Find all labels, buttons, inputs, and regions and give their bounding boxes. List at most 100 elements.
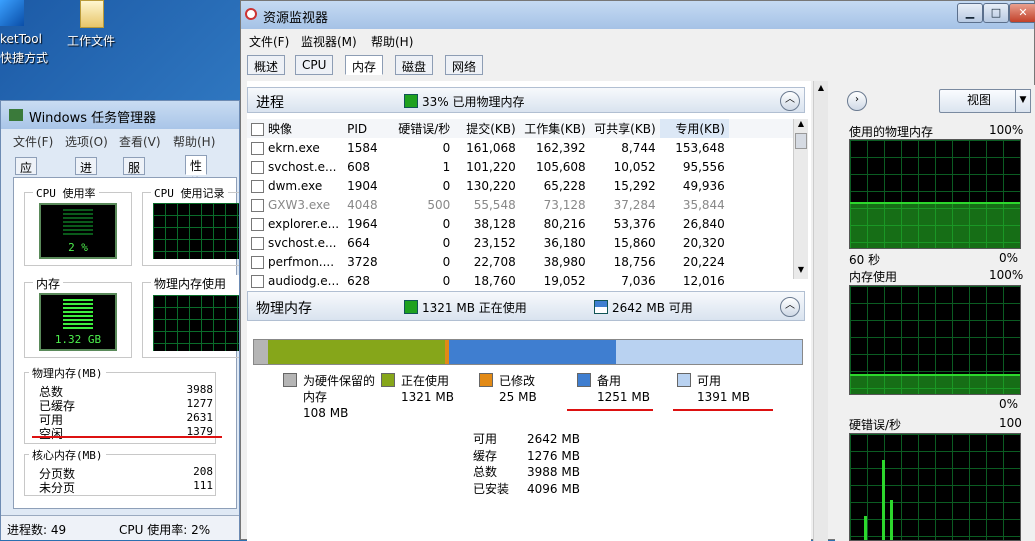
process-count: 进程数: 49 bbox=[7, 523, 67, 537]
table-row[interactable]: GXW3.exe 4048 500 55,548 73,128 37,284 35,844 bbox=[247, 195, 793, 214]
legend-standby: 备用 1251 MB bbox=[597, 374, 650, 404]
row-checkbox[interactable] bbox=[251, 160, 264, 174]
column-header-private[interactable]: 专用(KB) bbox=[659, 119, 729, 138]
tm-tab-applications[interactable]: 应用程序 bbox=[15, 157, 38, 226]
memory-bar-segment-in-use bbox=[268, 340, 446, 364]
tab-memory[interactable]: 内存 bbox=[345, 55, 384, 75]
tm-menu-options[interactable]: 选项(O) bbox=[65, 133, 108, 150]
tm-menu-help[interactable]: 帮助(H) bbox=[173, 133, 215, 150]
row-checkbox[interactable] bbox=[251, 179, 264, 193]
cpu-usage-value: 2 % bbox=[68, 241, 88, 254]
process-table-scrollbar[interactable]: ▲ ▼ bbox=[793, 119, 808, 279]
view-button[interactable]: 视图 bbox=[939, 89, 1019, 113]
memory-bar-segment-free bbox=[615, 340, 802, 364]
scroll-up-arrow-icon[interactable]: ▲ bbox=[795, 119, 807, 131]
scroll-down-arrow-icon[interactable]: ▼ bbox=[795, 265, 807, 277]
resmon-title: 资源监视器 bbox=[263, 11, 329, 26]
table-row[interactable]: dwm.exe 1904 0 130,220 65,228 15,292 49,936 bbox=[247, 176, 793, 195]
memory-group: 内存 1.32 GB bbox=[24, 275, 132, 358]
task-manager-titlebar[interactable]: Windows 任务管理器 bbox=[1, 101, 239, 129]
kernel-memory-row: 分页数 208 bbox=[39, 465, 213, 481]
red-underline-free bbox=[673, 409, 773, 411]
row-checkbox[interactable] bbox=[251, 141, 264, 155]
graph1-max: 100% bbox=[989, 123, 1024, 137]
row-checkbox[interactable] bbox=[251, 255, 264, 269]
tm-tab-services[interactable]: 服务 bbox=[123, 157, 146, 192]
resmon-menu-help[interactable]: 帮助(H) bbox=[371, 33, 413, 50]
tab-cpu[interactable]: CPU bbox=[295, 55, 334, 75]
available-indicator-icon bbox=[594, 300, 608, 314]
memory-bar-segment-standby bbox=[448, 340, 616, 364]
table-row[interactable]: perfmon.... 3728 0 22,708 38,980 18,756 20,224 bbox=[247, 252, 793, 271]
table-row[interactable]: audiodg.e... 628 0 18,760 19,052 7,036 12,016 bbox=[247, 271, 793, 290]
column-header-shareable[interactable]: 可共享(KB) bbox=[590, 119, 660, 138]
table-row[interactable]: svchost.e... 664 0 23,152 36,180 15,860 20,320 bbox=[247, 233, 793, 252]
graph3-max: 100 bbox=[999, 416, 1022, 430]
physical-memory-row: 可用 2631 bbox=[39, 411, 213, 427]
in-use-indicator-icon bbox=[404, 300, 418, 314]
resmon-menu-file[interactable]: 文件(F) bbox=[249, 33, 289, 50]
process-image-name: ekrn.exe bbox=[268, 140, 320, 155]
shortcut-icon[interactable] bbox=[0, 0, 24, 26]
table-row[interactable]: svchost.e... 608 1 101,220 105,608 10,052 95,5… bbox=[247, 157, 793, 176]
table-header-row: 映像 PID 硬错误/秒 提交(KB) 工作集(KB) 可共享(KB) 专用(K… bbox=[247, 119, 793, 138]
resmon-menu-monitor[interactable]: 监视器(M) bbox=[301, 33, 357, 50]
tm-tab-processes[interactable]: 进程 bbox=[75, 157, 98, 192]
hard-faults-graph bbox=[849, 433, 1021, 541]
close-button[interactable]: ✕ bbox=[1009, 3, 1035, 23]
select-all-checkbox[interactable] bbox=[251, 123, 264, 136]
resmon-titlebar[interactable]: 资源监视器 ▁ □ ✕ bbox=[241, 1, 1035, 29]
in-use-summary: 1321 MB 正在使用 bbox=[422, 301, 527, 315]
maximize-button[interactable]: □ bbox=[983, 3, 1009, 23]
row-checkbox[interactable] bbox=[251, 217, 264, 231]
column-header-commit[interactable]: 提交(KB) bbox=[454, 119, 519, 138]
desktop-icon-label: ketTool bbox=[0, 32, 42, 46]
process-section-header[interactable]: 进程 33% 已用物理内存 ︿ bbox=[247, 87, 805, 113]
physical-memory-title: 物理内存(MB) bbox=[29, 365, 106, 381]
table-row[interactable]: explorer.e... 1964 0 38,128 80,216 53,376 26,8… bbox=[247, 214, 793, 233]
column-header-pid[interactable]: PID bbox=[343, 119, 387, 138]
scroll-thumb[interactable] bbox=[795, 133, 807, 149]
memory-history-graph bbox=[153, 295, 239, 351]
totals-row: 可用 2642 MB bbox=[473, 432, 580, 446]
minimize-button[interactable]: ▁ bbox=[957, 3, 983, 23]
process-image-name: dwm.exe bbox=[268, 178, 323, 193]
resource-monitor-window: 资源监视器 ▁ □ ✕ 文件(F) 监视器(M) 帮助(H) 概述 CPU 内存… bbox=[240, 0, 1035, 541]
column-header-hard-faults[interactable]: 硬错误/秒 bbox=[387, 119, 454, 138]
collapse-memory-button[interactable]: ︿ bbox=[780, 297, 800, 317]
graph1-title: 使用的物理内存 bbox=[849, 125, 934, 139]
main-scrollbar[interactable]: ▲ bbox=[813, 81, 828, 541]
row-checkbox[interactable] bbox=[251, 236, 264, 250]
tab-network[interactable]: 网络 bbox=[445, 55, 484, 75]
physical-memory-section-title: 物理内存 bbox=[256, 301, 312, 317]
folder-icon[interactable] bbox=[80, 0, 104, 28]
process-image-name: audiodg.e... bbox=[268, 273, 340, 288]
tab-disk[interactable]: 磁盘 bbox=[395, 55, 434, 75]
legend-in-use: 正在使用 1321 MB bbox=[401, 374, 454, 404]
collapse-process-button[interactable]: ︿ bbox=[780, 91, 800, 111]
tm-menu-file[interactable]: 文件(F) bbox=[13, 133, 53, 150]
totals-row: 缓存 1276 MB bbox=[473, 448, 580, 463]
task-manager-window: Windows 任务管理器 文件(F) 选项(O) 查看(V) 帮助(H) 应用… bbox=[0, 100, 240, 540]
tm-menu-view[interactable]: 查看(V) bbox=[119, 133, 161, 150]
physical-memory-graph bbox=[849, 139, 1021, 249]
memory-totals: 可用 2642 MB 缓存 1276 MB 总数 3988 MB 已安装 4096 MB bbox=[473, 431, 580, 497]
process-image-name: perfmon.... bbox=[268, 254, 335, 269]
table-row[interactable]: ekrn.exe 1584 0 161,068 162,392 8,744 153,648 bbox=[247, 138, 793, 157]
row-checkbox[interactable] bbox=[251, 198, 264, 212]
legend-swatch-in-use bbox=[381, 373, 395, 387]
column-header-working-set[interactable]: 工作集(KB) bbox=[520, 119, 590, 138]
tm-tab-performance[interactable]: 性能 bbox=[185, 155, 208, 190]
process-image-name: svchost.e... bbox=[268, 159, 337, 174]
physical-memory-section-header[interactable]: 物理内存 1321 MB 正在使用 2642 MB 可用 ︿ bbox=[247, 291, 805, 321]
main-scroll-up-arrow-icon[interactable]: ▲ bbox=[815, 83, 827, 92]
legend-modified: 已修改 25 MB bbox=[499, 374, 537, 404]
row-checkbox[interactable] bbox=[251, 274, 264, 288]
cpu-history-label: CPU 使用记录 bbox=[151, 185, 228, 201]
collapse-graph-panel-button[interactable]: › bbox=[847, 91, 867, 111]
memory-usage-graph bbox=[849, 285, 1021, 395]
graph1-min: 0% bbox=[999, 251, 1019, 265]
column-header-image[interactable]: 映像 bbox=[247, 119, 343, 138]
tab-overview[interactable]: 概述 bbox=[247, 55, 286, 75]
view-dropdown-arrow-icon[interactable]: ▼ bbox=[1015, 89, 1031, 113]
